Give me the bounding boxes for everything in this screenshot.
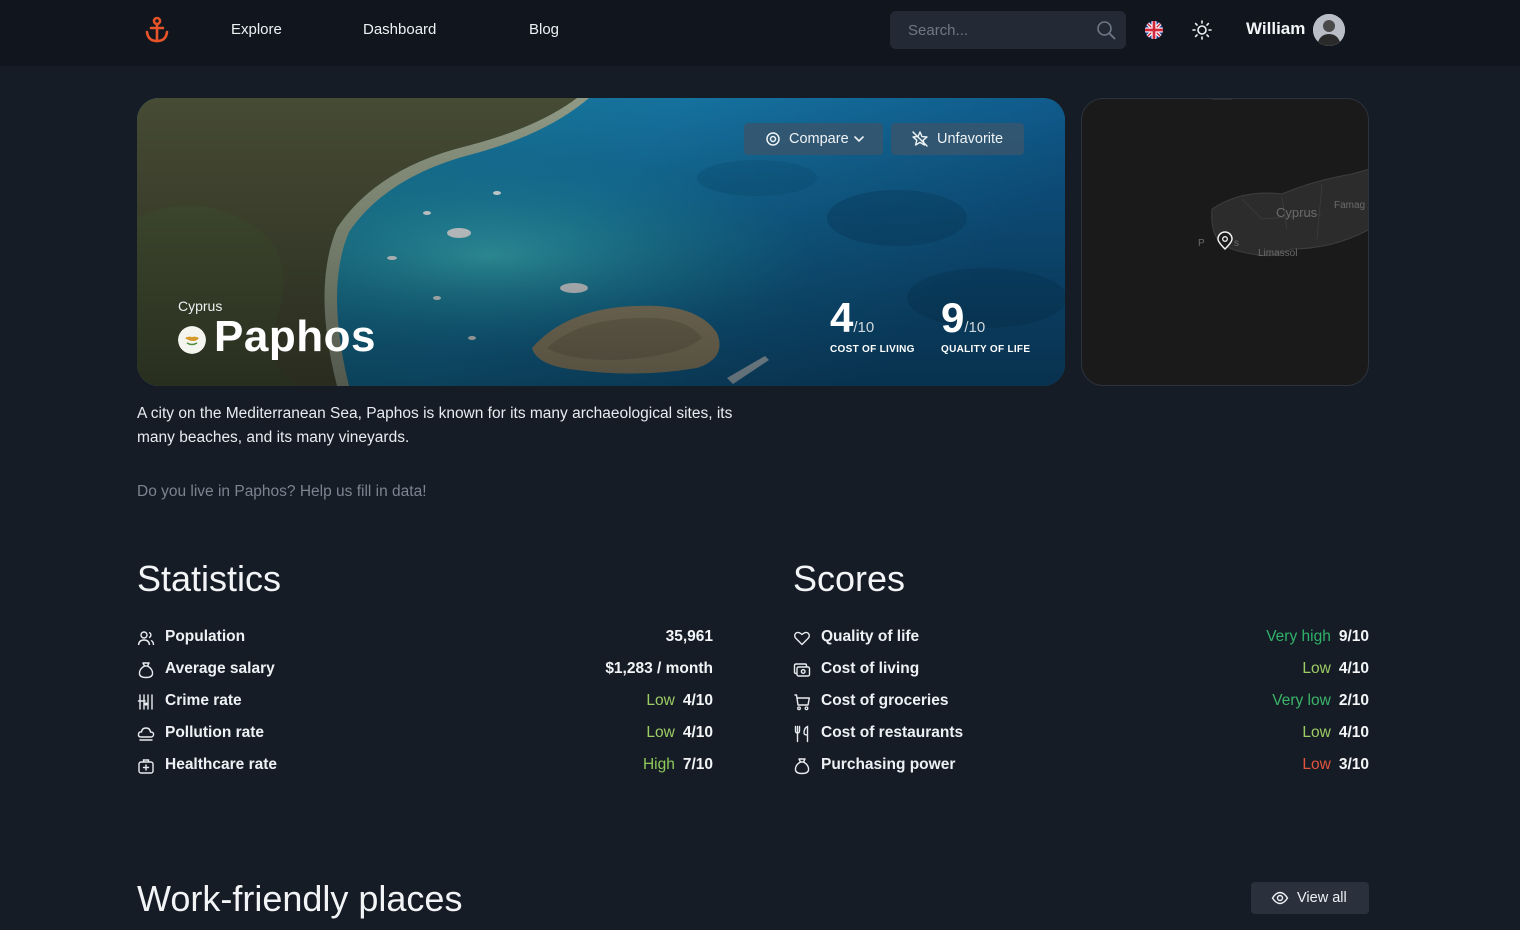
heart-icon [794,631,810,646]
score-value: 4/10 [1338,660,1369,677]
stat-level: Low [646,724,675,741]
compare-icon [766,132,780,146]
score-row-cost-of-groceries: Cost of groceries Very low 2/10 [793,690,1369,714]
nav-dashboard[interactable]: Dashboard [363,20,436,40]
cash-icon [793,663,811,677]
score-level: Very high [1266,628,1331,645]
anchor-logo-icon[interactable] [144,16,170,44]
quality-of-life-score: 9/10 QUALITY OF LIFE [941,294,1031,356]
stat-row-average-salary: Average salary $1,283 / month [137,658,713,682]
score-label: Cost of living [821,660,920,677]
stat-label: Pollution rate [165,724,265,741]
score-label: Quality of life [821,628,920,645]
stat-row-healthcare-rate: Healthcare rate High 7/10 [137,754,713,778]
unfavorite-label: Unfavorite [937,131,1004,147]
search-input[interactable] [890,11,1090,49]
city-description: A city on the Mediterranean Sea, Paphos … [137,405,733,446]
score-level: Low [1302,660,1331,677]
score-value: 4/10 [1338,724,1369,741]
stat-label: Crime rate [165,692,242,709]
stat-value: $1,283 / month [605,660,713,677]
view-all-label: View all [1297,890,1347,906]
top-navbar: Explore Dashboard Blog William [0,0,1520,66]
statistics-title: Statistics [137,558,282,599]
chevron-down-icon [854,136,864,143]
stat-label: Healthcare rate [165,756,278,773]
fork-knife-icon [794,725,809,743]
city-hero-banner: Compare Unfavorite Cyprus Paphos 4/10 CO… [137,98,1065,386]
map-label-paphos-end: s [1234,238,1239,249]
search-box [890,11,1126,49]
stat-value: 35,961 [665,628,713,645]
search-icon[interactable] [1096,20,1116,40]
cyprus-flag-icon [178,326,206,354]
stat-value: 4/10 [682,692,713,709]
score-value: 3/10 [1338,756,1369,773]
map-label-cyprus: Cyprus [1276,205,1318,220]
city-name: Paphos [214,312,376,361]
stat-row-pollution-rate: Pollution rate Low 4/10 [137,722,713,746]
score-level: Very low [1272,692,1331,709]
stat-level: Low [646,692,675,709]
sun-icon[interactable] [1192,20,1212,40]
users-icon [137,631,155,646]
score-row-quality-of-life: Quality of life Very high 9/10 [793,626,1369,650]
score-label: Cost of restaurants [821,724,964,741]
map-label-paphos-start: P [1198,238,1205,249]
help-fill-data-link[interactable]: Do you live in Paphos? Help us fill in d… [137,483,427,501]
score-row-cost-of-restaurants: Cost of restaurants Low 4/10 [793,722,1369,746]
score-denominator: /10 [853,319,875,336]
map-label-famagusta: Famag [1334,200,1365,211]
map-label-limassol: Limassol [1258,248,1297,259]
score-caption: COST OF LIVING [830,344,915,355]
shopping-cart-icon [794,694,810,711]
unfavorite-button[interactable]: Unfavorite [891,123,1024,155]
score-label: Purchasing power [821,756,956,773]
stat-label: Average salary [165,660,275,677]
score-denominator: /10 [964,319,986,336]
star-off-icon [912,131,928,147]
score-level: Low [1302,756,1331,773]
stat-level: High [642,756,675,773]
stat-label: Population [165,628,246,645]
score-row-cost-of-living: Cost of living Low 4/10 [793,658,1369,682]
score-row-purchasing-power: Purchasing power Low 3/10 [793,754,1369,778]
view-all-button[interactable]: View all [1251,882,1369,914]
score-value: 9/10 [1338,628,1369,645]
nav-explore[interactable]: Explore [231,20,282,40]
score-value: 9 [941,294,965,341]
stat-value: 7/10 [682,756,713,773]
score-value: 4 [830,294,854,341]
uk-flag-icon[interactable] [1145,21,1163,39]
work-friendly-places-title: Work-friendly places [137,878,463,919]
avatar[interactable] [1313,14,1345,46]
scores-title: Scores [793,558,906,599]
map-canvas: Cyprus Famag Limassol P s [1198,99,1368,259]
compare-label: Compare [789,131,849,147]
medical-kit-icon [138,759,154,774]
compare-button[interactable]: Compare [744,123,883,155]
prison-bars-icon [137,694,153,710]
score-caption: QUALITY OF LIFE [941,344,1031,355]
score-label: Cost of groceries [821,692,949,709]
money-bag-icon [138,662,154,679]
eye-icon [1271,891,1289,905]
username[interactable]: William [1246,19,1305,39]
score-level: Low [1302,724,1331,741]
stat-row-crime-rate: Crime rate Low 4/10 [137,690,713,714]
nav-blog[interactable]: Blog [529,20,559,40]
score-value: 2/10 [1338,692,1369,709]
stat-value: 4/10 [682,724,713,741]
money-bag-icon [794,758,810,775]
stat-row-population: Population 35,961 [137,626,713,650]
city-map[interactable]: Cyprus Famag Limassol P s [1081,98,1369,386]
cloud-icon [137,727,155,741]
cost-of-living-score: 4/10 COST OF LIVING [830,294,915,356]
